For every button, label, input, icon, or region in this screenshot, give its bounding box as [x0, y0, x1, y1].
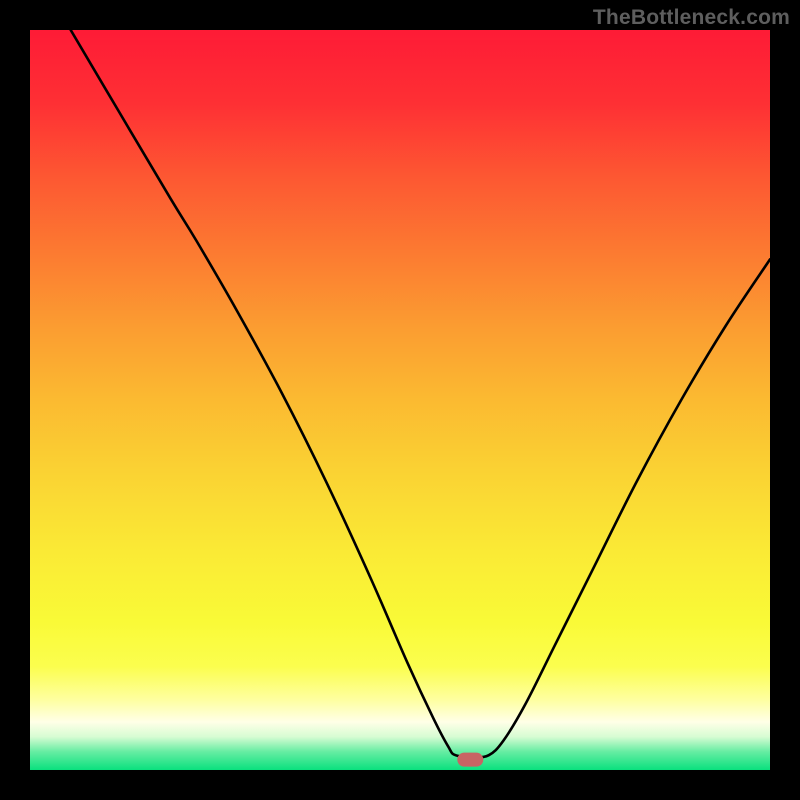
optimum-marker	[457, 753, 483, 767]
watermark-text: TheBottleneck.com	[593, 6, 790, 30]
bottleneck-curve	[30, 30, 770, 770]
plot-area	[30, 30, 770, 770]
chart-frame: TheBottleneck.com	[0, 0, 800, 800]
